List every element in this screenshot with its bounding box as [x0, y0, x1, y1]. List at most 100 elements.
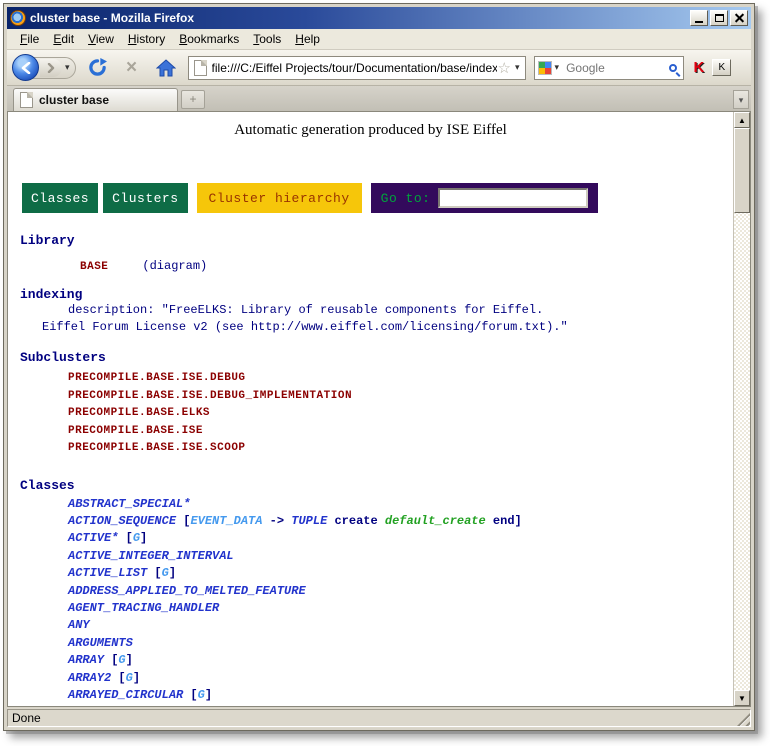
class-link[interactable]: ARRAYED_LIST: [68, 705, 154, 706]
bracket: ]: [205, 688, 212, 702]
menu-help[interactable]: Help: [288, 30, 327, 48]
generic-param-link[interactable]: G: [162, 566, 169, 580]
feature-link[interactable]: default_create: [385, 514, 486, 528]
subcluster-link[interactable]: PRECOMPILE.BASE.ISE.DEBUG: [8, 370, 733, 388]
constraint-arrow: ->: [262, 514, 291, 528]
class-row: ADDRESS_APPLIED_TO_MELTED_FEATURE: [8, 583, 733, 600]
refresh-button[interactable]: [86, 56, 110, 80]
class-link[interactable]: ADDRESS_APPLIED_TO_MELTED_FEATURE: [68, 584, 306, 598]
class-link[interactable]: ACTIVE_INTEGER_INTERVAL: [68, 549, 234, 563]
menu-view[interactable]: View: [81, 30, 121, 48]
menu-file[interactable]: File: [13, 30, 46, 48]
menu-history[interactable]: History: [121, 30, 172, 48]
generic-param-link[interactable]: EVENT_DATA: [190, 514, 262, 528]
home-icon: [156, 59, 176, 77]
search-icon[interactable]: [669, 64, 677, 72]
bracket: ]: [133, 671, 140, 685]
stop-button[interactable]: ×: [120, 56, 144, 80]
subcluster-link[interactable]: PRECOMPILE.BASE.ISE.SCOOP: [8, 440, 733, 458]
class-link[interactable]: ARRAY: [68, 653, 104, 667]
clusters-button[interactable]: Clusters: [103, 183, 187, 213]
titlebar: cluster base - Mozilla Firefox: [7, 7, 751, 29]
bracket: [: [147, 566, 161, 580]
generic-param-link[interactable]: G: [133, 531, 140, 545]
generic-param-link[interactable]: G: [118, 653, 125, 667]
maximize-button[interactable]: [710, 10, 728, 26]
url-input[interactable]: [212, 61, 497, 75]
class-row: ARRAYED_CIRCULAR [G]: [8, 687, 733, 704]
class-link[interactable]: TUPLE: [291, 514, 327, 528]
subcluster-link[interactable]: PRECOMPILE.BASE.ISE.DEBUG_IMPLEMENTATION: [8, 388, 733, 406]
home-button[interactable]: [154, 56, 178, 80]
tab-cluster-base[interactable]: cluster base: [13, 88, 178, 111]
tab-page-icon: [20, 92, 33, 108]
cluster-hierarchy-button[interactable]: Cluster hierarchy: [197, 183, 362, 213]
bracket: [: [183, 688, 197, 702]
page-icon: [194, 60, 207, 76]
bracket: [: [104, 653, 118, 667]
goto-panel: Go to:: [371, 183, 599, 213]
library-diagram-link[interactable]: (diagram): [142, 259, 207, 273]
class-link[interactable]: ACTION_SEQUENCE: [68, 514, 176, 528]
menu-bookmarks[interactable]: Bookmarks: [172, 30, 246, 48]
scrollbar-thumb[interactable]: [734, 128, 750, 213]
generic-param-link[interactable]: G: [198, 688, 205, 702]
k-toolbar-button[interactable]: K: [712, 59, 731, 76]
status-text: Done: [7, 709, 751, 727]
back-button[interactable]: [12, 54, 39, 81]
close-button[interactable]: [730, 10, 748, 26]
status-bar: Done: [7, 708, 751, 728]
keyword-end: end: [486, 514, 515, 528]
search-bar[interactable]: ▾: [534, 56, 684, 80]
goto-input[interactable]: [438, 188, 588, 208]
doc-nav-buttons: Classes Clusters Cluster hierarchy Go to…: [22, 183, 733, 213]
scroll-up-button[interactable]: ▲: [734, 112, 750, 128]
class-row: ARGUMENTS: [8, 635, 733, 652]
class-row: ANY: [8, 617, 733, 634]
close-icon: [735, 14, 744, 22]
indexing-line-2: Eiffel Forum License v2 (see http://www.…: [8, 319, 733, 336]
kaspersky-icon[interactable]: K: [694, 59, 705, 76]
new-tab-button[interactable]: +: [181, 90, 205, 109]
class-link[interactable]: ARGUMENTS: [68, 636, 133, 650]
subcluster-link[interactable]: PRECOMPILE.BASE.ISE: [8, 423, 733, 441]
class-link[interactable]: ACTIVE*: [68, 531, 118, 545]
class-link[interactable]: ARRAY2: [68, 671, 111, 685]
classes-button[interactable]: Classes: [22, 183, 98, 213]
bookmark-star-icon[interactable]: ☆: [497, 59, 512, 77]
url-dropdown-icon[interactable]: ▾: [512, 62, 523, 73]
nav-toolbar: ▾ × ☆ ▾ ▾ K K: [7, 50, 751, 86]
scrollbar-track[interactable]: [734, 213, 750, 690]
generic-param-link[interactable]: G: [126, 671, 133, 685]
class-link[interactable]: ARRAYED_CIRCULAR: [68, 688, 183, 702]
class-link[interactable]: AGENT_TRACING_HANDLER: [68, 601, 219, 615]
bracket: ]: [140, 531, 147, 545]
search-input[interactable]: [562, 60, 668, 76]
minimize-button[interactable]: [690, 10, 708, 26]
bracket: ]: [169, 566, 176, 580]
tab-list-dropdown[interactable]: ▾: [733, 90, 749, 109]
firefox-window: cluster base - Mozilla Firefox File Edit…: [3, 3, 755, 731]
class-row: ARRAYED_LIST [G]: [8, 704, 733, 706]
menu-edit[interactable]: Edit: [46, 30, 81, 48]
bracket: [: [118, 531, 132, 545]
maximize-icon: [715, 14, 724, 22]
bracket: ]: [126, 653, 133, 667]
class-link[interactable]: ABSTRACT_SPECIAL*: [68, 497, 190, 511]
menu-tools[interactable]: Tools: [246, 30, 288, 48]
vertical-scrollbar[interactable]: ▲ ▼: [733, 112, 750, 706]
search-engine-dropdown-icon[interactable]: ▾: [552, 62, 563, 73]
address-bar[interactable]: ☆ ▾: [188, 56, 526, 80]
bracket: ]: [176, 705, 183, 706]
document-page: Automatic generation produced by ISE Eif…: [8, 112, 733, 706]
generic-param-link[interactable]: G: [169, 705, 176, 706]
subcluster-link[interactable]: PRECOMPILE.BASE.ELKS: [8, 405, 733, 423]
classes-heading: Classes: [8, 478, 733, 493]
library-name-link[interactable]: BASE: [80, 261, 108, 273]
class-row: ACTIVE_INTEGER_INTERVAL: [8, 548, 733, 565]
forward-button[interactable]: [40, 59, 62, 77]
history-dropdown-icon[interactable]: ▾: [62, 62, 73, 73]
scroll-down-button[interactable]: ▼: [734, 690, 750, 706]
class-link[interactable]: ACTIVE_LIST: [68, 566, 147, 580]
class-link[interactable]: ANY: [68, 618, 90, 632]
